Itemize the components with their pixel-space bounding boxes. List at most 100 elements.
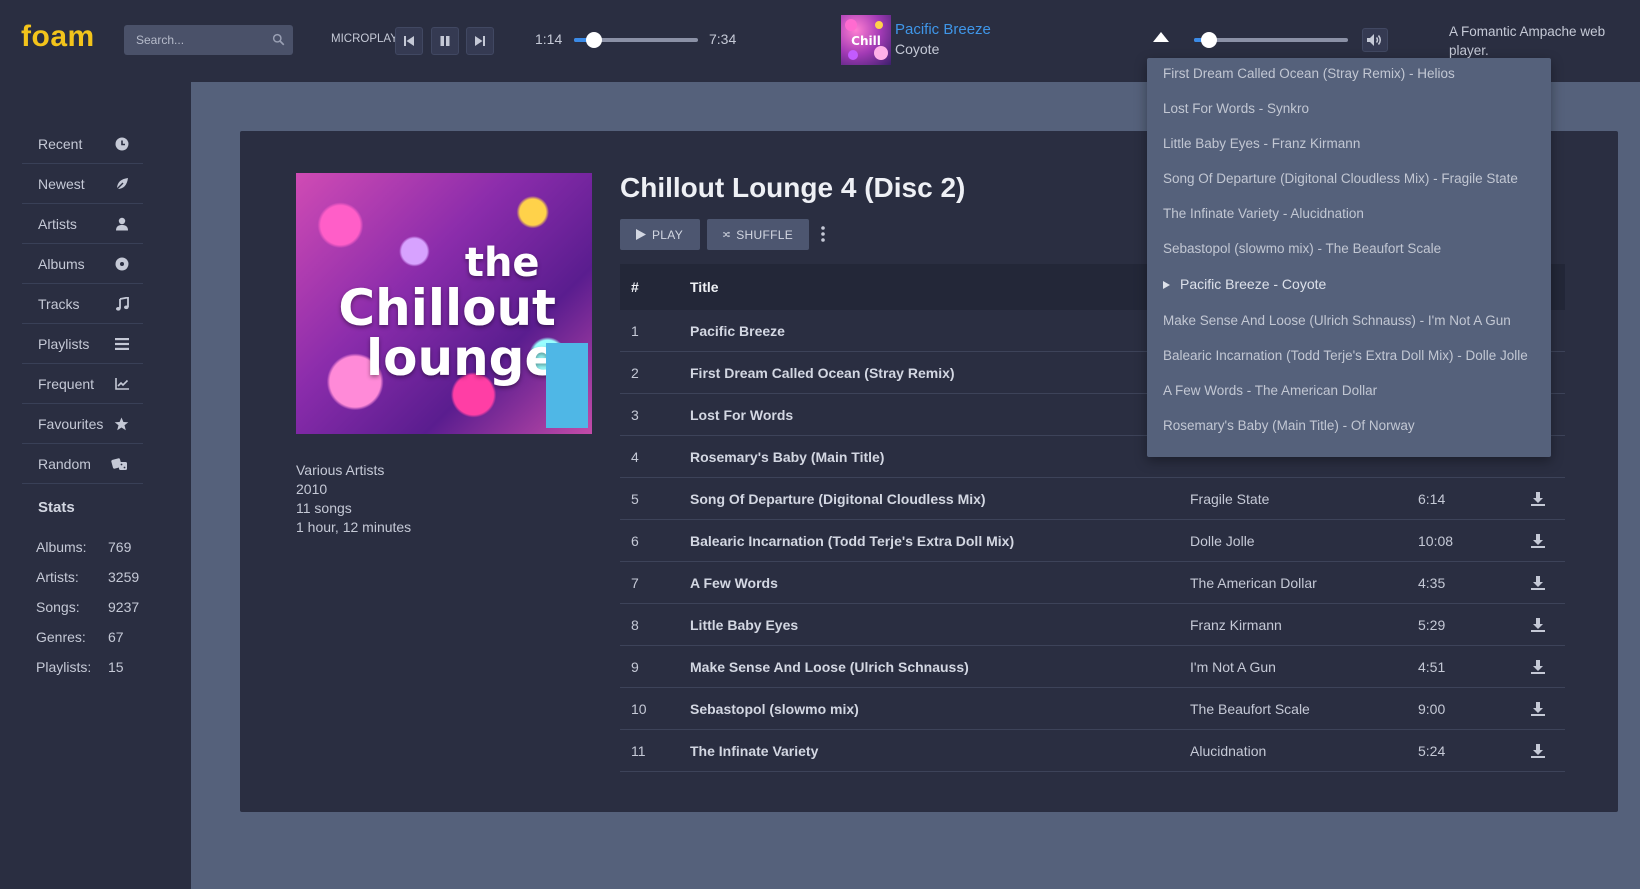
queue-item[interactable]: The Infinate Variety - Alucidnation	[1163, 206, 1364, 221]
track-artist[interactable]: Dolle Jolle	[1190, 533, 1418, 549]
sidebar-item-playlists[interactable]: Playlists	[22, 324, 143, 364]
stat-label: Playlists:	[36, 659, 92, 675]
album-artist[interactable]: Various Artists	[296, 461, 411, 480]
track-title[interactable]: First Dream Called Ocean (Stray Remix)	[690, 365, 1190, 381]
now-playing-cover[interactable]: Chill	[841, 15, 891, 65]
sidebar-item-label: Random	[38, 455, 91, 472]
sidebar-item-label: Tracks	[38, 295, 80, 312]
track-title[interactable]: Rosemary's Baby (Main Title)	[690, 449, 1190, 465]
track-artist[interactable]: The Beaufort Scale	[1190, 701, 1418, 717]
more-options-icon[interactable]	[820, 225, 826, 243]
now-playing-title[interactable]: Pacific Breeze	[895, 21, 991, 38]
download-icon[interactable]	[1518, 491, 1558, 506]
queue-item-label: Pacific Breeze - Coyote	[1180, 276, 1327, 292]
sidebar-item-artists[interactable]: Artists	[22, 204, 143, 244]
app-logo[interactable]: foam	[21, 20, 95, 54]
track-artist[interactable]: The American Dollar	[1190, 575, 1418, 591]
track-title[interactable]: The Infinate Variety	[690, 743, 1190, 759]
play-button[interactable]: PLAY	[620, 219, 700, 250]
queue-item[interactable]: A Few Words - The American Dollar	[1163, 383, 1377, 398]
queue-toggle-caret-up-icon[interactable]	[1152, 31, 1170, 43]
download-icon[interactable]	[1518, 617, 1558, 632]
stat-label: Artists:	[36, 569, 79, 585]
queue-item-current[interactable]: Pacific Breeze - Coyote	[1163, 276, 1326, 292]
queue-item[interactable]: Rosemary's Baby (Main Title) - Of Norway	[1163, 418, 1415, 433]
sidebar-item-tracks[interactable]: Tracks	[22, 284, 143, 324]
download-icon[interactable]	[1518, 701, 1558, 716]
download-icon[interactable]	[1518, 743, 1558, 758]
table-row[interactable]: 9 Make Sense And Loose (Ulrich Schnauss) I…	[620, 646, 1565, 688]
column-header-title[interactable]: Title	[690, 279, 1190, 295]
cover-thumbnail-image: Chill	[845, 19, 888, 60]
track-title[interactable]: Make Sense And Loose (Ulrich Schnauss)	[690, 659, 1190, 675]
sidebar-item-random[interactable]: Random	[22, 444, 143, 484]
sidebar-item-recent[interactable]: Recent	[22, 124, 143, 164]
table-row[interactable]: 5 Song Of Departure (Digitonal Cloudless …	[620, 478, 1565, 520]
track-artist[interactable]: Alucidnation	[1190, 743, 1418, 759]
now-playing-artist[interactable]: Coyote	[895, 41, 939, 57]
album-meta: Various Artists 2010 11 songs 1 hour, 12…	[296, 461, 411, 537]
track-title[interactable]: Sebastopol (slowmo mix)	[690, 701, 1190, 717]
queue-item-label: First Dream Called Ocean (Stray Remix) -…	[1163, 66, 1455, 81]
volume-slider[interactable]	[1194, 32, 1348, 48]
queue-item[interactable]: Lost For Words - Synkro	[1163, 101, 1309, 116]
play-queue-dropdown: First Dream Called Ocean (Stray Remix) -…	[1147, 58, 1551, 457]
music-note-icon	[116, 296, 129, 311]
track-title[interactable]: Lost For Words	[690, 407, 1190, 423]
search-input[interactable]	[124, 25, 293, 55]
sidebar-item-newest[interactable]: Newest	[22, 164, 143, 204]
shuffle-button-label: SHUFFLE	[736, 227, 793, 242]
progress-slider[interactable]	[574, 32, 698, 48]
queue-item[interactable]: First Dream Called Ocean (Stray Remix) -…	[1163, 66, 1455, 81]
track-artist[interactable]: I'm Not A Gun	[1190, 659, 1418, 675]
previous-button[interactable]	[395, 27, 423, 55]
table-row[interactable]: 8 Little Baby Eyes Franz Kirmann 5:29	[620, 604, 1565, 646]
track-duration: 4:35	[1418, 574, 1446, 591]
track-duration: 4:51	[1418, 658, 1446, 675]
pause-button[interactable]	[431, 27, 459, 55]
queue-item-label: Rosemary's Baby (Main Title) - Of Norway	[1163, 418, 1415, 433]
queue-item[interactable]: Song Of Departure (Digitonal Cloudless M…	[1163, 171, 1518, 186]
track-title[interactable]: Balearic Incarnation (Todd Terje's Extra…	[690, 533, 1190, 549]
player-mode-label: MICROPLAY	[331, 33, 398, 45]
queue-item[interactable]: Sebastopol (slowmo mix) - The Beaufort S…	[1163, 241, 1441, 256]
queue-item[interactable]: Make Sense And Loose (Ulrich Schnauss) -…	[1163, 313, 1511, 328]
track-title[interactable]: Pacific Breeze	[690, 323, 1190, 339]
track-title[interactable]: A Few Words	[690, 575, 1190, 591]
mute-button[interactable]	[1362, 28, 1388, 52]
progress-knob[interactable]	[585, 32, 602, 48]
sidebar-item-favourites[interactable]: Favourites	[22, 404, 143, 444]
track-title[interactable]: Little Baby Eyes	[690, 617, 1190, 633]
track-duration: 5:29	[1418, 616, 1446, 633]
sidebar-item-label: Recent	[38, 135, 83, 152]
sidebar-item-label: Playlists	[38, 335, 90, 352]
track-number: 8	[631, 616, 639, 633]
album-length: 1 hour, 12 minutes	[296, 519, 412, 535]
download-icon[interactable]	[1518, 533, 1558, 548]
shuffle-button[interactable]: SHUFFLE	[707, 219, 809, 250]
table-row[interactable]: 7 A Few Words The American Dollar 4:35	[620, 562, 1565, 604]
volume-knob[interactable]	[1201, 32, 1218, 48]
download-icon[interactable]	[1518, 575, 1558, 590]
album-year: 2010	[296, 481, 328, 497]
column-header-number[interactable]: #	[620, 279, 690, 295]
search-icon[interactable]	[272, 33, 285, 46]
stat-value: 3259	[108, 569, 140, 585]
queue-item[interactable]: Balearic Incarnation (Todd Terje's Extra…	[1163, 348, 1528, 363]
download-icon[interactable]	[1518, 659, 1558, 674]
table-row[interactable]: 11 The Infinate Variety Alucidnation 5:24	[620, 730, 1565, 772]
sidebar-item-frequent[interactable]: Frequent	[22, 364, 143, 404]
queue-item[interactable]: Little Baby Eyes - Franz Kirmann	[1163, 136, 1360, 151]
shuffle-icon	[723, 231, 731, 238]
table-row[interactable]: 6 Balearic Incarnation (Todd Terje's Extr…	[620, 520, 1565, 562]
stat-value: 67	[108, 629, 124, 645]
track-artist[interactable]: Franz Kirmann	[1190, 617, 1418, 633]
stat-label: Songs:	[36, 599, 80, 615]
next-button[interactable]	[466, 27, 494, 55]
track-title[interactable]: Song Of Departure (Digitonal Cloudless M…	[690, 491, 1190, 507]
track-artist[interactable]: Fragile State	[1190, 491, 1418, 507]
sidebar-item-albums[interactable]: Albums	[22, 244, 143, 284]
table-row[interactable]: 10 Sebastopol (slowmo mix) The Beaufort Sc…	[620, 688, 1565, 730]
track-number: 3	[631, 406, 639, 423]
skip-forward-icon	[475, 36, 485, 46]
